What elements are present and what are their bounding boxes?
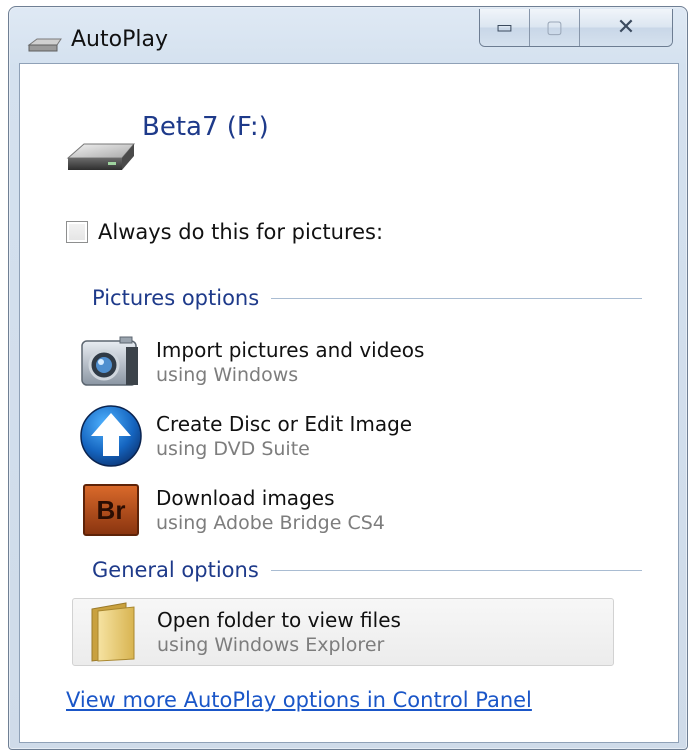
- option-open-folder[interactable]: Open folder to view files using Windows …: [72, 598, 614, 666]
- adobe-bridge-icon: Br: [78, 477, 144, 543]
- option-title: Create Disc or Edit Image: [156, 412, 413, 436]
- minimize-button[interactable]: ▭: [480, 9, 530, 46]
- group-label: Pictures options: [92, 286, 260, 310]
- control-panel-link[interactable]: View more AutoPlay options in Control Pa…: [66, 688, 532, 712]
- divider: [270, 569, 642, 571]
- caption-buttons: ▭ ▢ ✕: [479, 9, 673, 47]
- camera-icon: [78, 329, 144, 395]
- group-label: General options: [92, 558, 259, 582]
- divider: [271, 297, 642, 299]
- removable-drive-icon: [66, 143, 136, 170]
- option-subtitle: using Adobe Bridge CS4: [156, 512, 385, 534]
- always-label: Always do this for pictures:: [98, 220, 384, 244]
- general-options-header: General options: [92, 558, 642, 582]
- option-import-pictures[interactable]: Import pictures and videos using Windows: [72, 328, 614, 396]
- device-name: Beta7 (F:): [142, 112, 269, 142]
- option-create-disc[interactable]: Create Disc or Edit Image using DVD Suit…: [72, 402, 614, 470]
- maximize-icon: ▢: [545, 17, 563, 38]
- content-area: Beta7 (F:) Always do this for pictures: …: [19, 63, 679, 743]
- option-subtitle: using Windows: [156, 364, 299, 386]
- maximize-button[interactable]: ▢: [530, 9, 580, 46]
- always-checkbox[interactable]: [66, 221, 88, 243]
- option-subtitle: using Windows Explorer: [157, 634, 385, 656]
- drive-title-icon: [27, 38, 62, 52]
- minimize-icon: ▭: [495, 17, 513, 38]
- autoplay-window: AutoPlay ▭ ▢ ✕ Beta7 (F:) Always do this…: [8, 6, 688, 750]
- title-bar[interactable]: AutoPlay ▭ ▢ ✕: [9, 7, 687, 67]
- pictures-options-header: Pictures options: [92, 286, 642, 310]
- option-download-images[interactable]: Br Download images using Adobe Bridge CS…: [72, 476, 614, 544]
- window-title: AutoPlay: [71, 27, 168, 52]
- option-title: Download images: [156, 486, 335, 510]
- close-button[interactable]: ✕: [580, 9, 672, 46]
- option-title: Open folder to view files: [157, 608, 401, 632]
- option-subtitle: using DVD Suite: [156, 438, 310, 460]
- folder-icon: [79, 599, 145, 665]
- upload-arrow-icon: [78, 403, 144, 469]
- option-title: Import pictures and videos: [156, 338, 425, 362]
- always-do-this-row[interactable]: Always do this for pictures:: [66, 220, 383, 244]
- close-icon: ✕: [616, 15, 636, 40]
- bridge-icon-text: Br: [96, 494, 126, 525]
